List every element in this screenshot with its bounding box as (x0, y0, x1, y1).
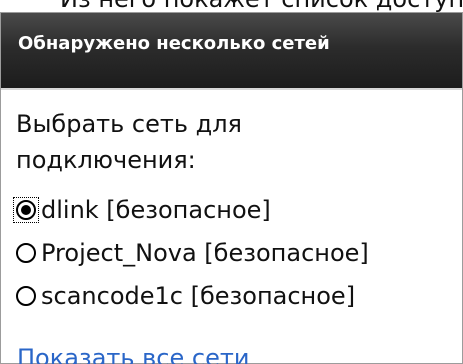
show-all-networks-link[interactable]: Показать все сети (17, 344, 249, 364)
radio-button-selected-icon[interactable] (16, 200, 36, 220)
dialog-body: Выбрать сеть для подключения: dlink [без… (1, 88, 462, 364)
network-option-project-nova[interactable]: Project_Nova [безопасное] (13, 233, 369, 273)
top-caption-text: Из него покажет список доступ (60, 0, 463, 12)
focus-outline (13, 197, 39, 223)
radio-wrapper (13, 283, 39, 309)
network-option-scancode1c[interactable]: scancode1c [безопасное] (13, 276, 355, 316)
network-option-label: dlink [безопасное] (41, 196, 271, 224)
network-select-dialog: Обнаружено несколько сетей Выбрать сеть … (0, 12, 463, 364)
radio-button-icon[interactable] (16, 286, 36, 306)
prompt-text: Выбрать сеть для подключения: (16, 110, 242, 174)
radio-wrapper (13, 240, 39, 266)
network-option-label: scancode1c [безопасное] (41, 282, 356, 310)
radio-button-icon[interactable] (16, 243, 36, 263)
network-option-dlink[interactable]: dlink [безопасное] (13, 190, 271, 230)
network-option-label: Project_Nova [безопасное] (41, 239, 369, 267)
screen: Из него покажет список доступ Обнаружено… (0, 0, 463, 364)
dialog-header: Обнаружено несколько сетей (1, 13, 462, 88)
dialog-title: Обнаружено несколько сетей (18, 33, 330, 54)
